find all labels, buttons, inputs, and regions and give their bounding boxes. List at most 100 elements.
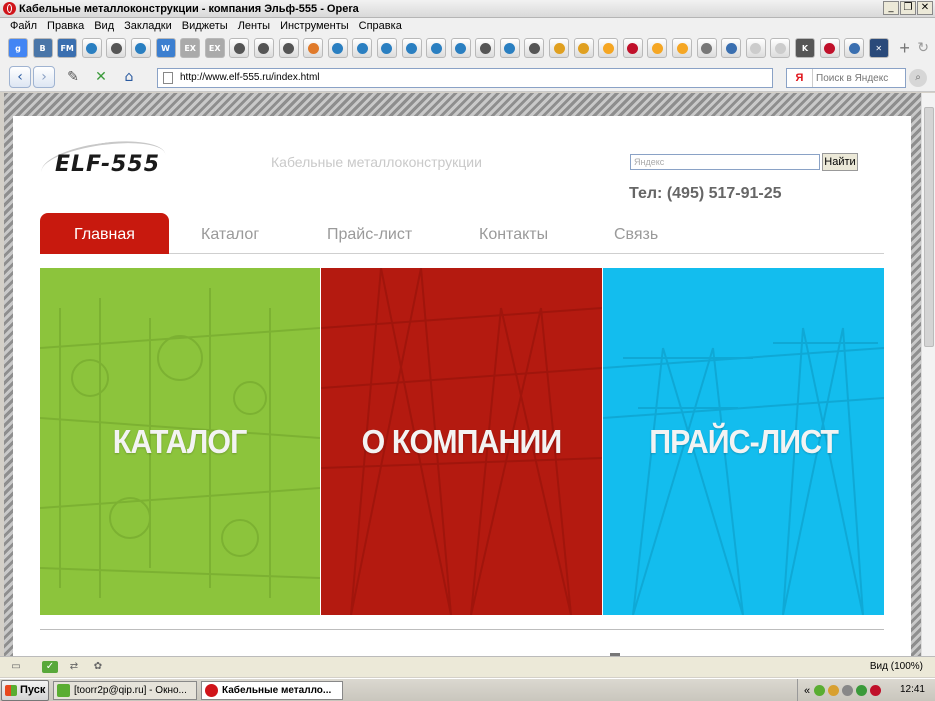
browser-search-box[interactable]: Я: [786, 68, 906, 88]
minimize-button[interactable]: _: [883, 1, 899, 15]
tractor-icon[interactable]: [549, 38, 570, 58]
site-logo[interactable]: ELF-555: [38, 134, 176, 192]
drupal-icon[interactable]: [352, 38, 373, 58]
taskbar-item-qip[interactable]: [toorr2p@qip.ru] - Окно...: [53, 680, 197, 700]
vk-icon[interactable]: B: [32, 38, 53, 58]
menu-edit[interactable]: Правка: [42, 20, 89, 32]
nav-tab-catalog[interactable]: Каталог: [201, 213, 259, 254]
phone-number: Тел: (495) 517-91-25: [629, 185, 782, 202]
address-input[interactable]: http://www.elf-555.ru/index.html: [157, 68, 773, 88]
nav-tab-feedback[interactable]: Связь: [614, 213, 658, 254]
clock-icon[interactable]: [598, 38, 619, 58]
blank-icon[interactable]: [745, 38, 766, 58]
record-icon[interactable]: [622, 38, 643, 58]
search-go-icon[interactable]: ⌕: [909, 69, 927, 87]
web-page: ELF-555 Кабельные металлоконструкции Янд…: [13, 116, 911, 656]
bookmarks-toolbar: g B FM W EX EX K ✕ + ↻: [0, 34, 935, 62]
scrollbar-thumb[interactable]: [924, 107, 934, 347]
opera-task-icon: [205, 683, 218, 697]
drupal-icon[interactable]: [106, 38, 127, 58]
nav-tab-home[interactable]: Главная: [40, 213, 169, 254]
menu-file[interactable]: Файл: [5, 20, 42, 32]
tray-icon-antivirus[interactable]: [870, 685, 882, 696]
clock-icon[interactable]: [672, 38, 693, 58]
back-button[interactable]: ‹: [9, 65, 31, 88]
drupal-icon[interactable]: [499, 38, 520, 58]
menu-widgets[interactable]: Виджеты: [177, 20, 233, 32]
vertical-scrollbar[interactable]: [921, 93, 935, 656]
tray-expand-icon[interactable]: «: [804, 685, 810, 697]
window-controls: _ ❐ ✕: [883, 1, 933, 15]
tray-icon-network[interactable]: [842, 685, 854, 696]
clock-icon[interactable]: [647, 38, 668, 58]
taskbar-item-opera[interactable]: Кабельные металло...: [201, 680, 343, 700]
blank-icon-glyph: [774, 42, 786, 54]
drupal-icon-glyph: [406, 42, 417, 54]
drupal-icon[interactable]: [450, 38, 471, 58]
browser-search-input[interactable]: [813, 72, 903, 84]
drupal-icon[interactable]: [229, 38, 250, 58]
drupal-icon[interactable]: [278, 38, 299, 58]
menu-feeds[interactable]: Ленты: [233, 20, 275, 32]
drupal-icon-glyph: [283, 42, 295, 54]
panel-toggle-icon[interactable]: ▭: [8, 661, 24, 673]
site-search-input[interactable]: Яндекс: [630, 154, 820, 170]
drupal-icon[interactable]: [401, 38, 422, 58]
tractor-icon[interactable]: [573, 38, 594, 58]
tray-icon-app[interactable]: [828, 685, 840, 696]
reload-icon[interactable]: ↻: [917, 39, 929, 56]
drupal-icon[interactable]: [253, 38, 274, 58]
unite-icon[interactable]: ⇄: [66, 661, 82, 673]
yandex-icon[interactable]: Я: [787, 69, 813, 87]
drupal-icon[interactable]: [426, 38, 447, 58]
menu-tools[interactable]: Инструменты: [275, 20, 354, 32]
k-icon[interactable]: K: [795, 38, 815, 58]
fm-icon[interactable]: FM: [57, 38, 78, 58]
menu-view[interactable]: Вид: [89, 20, 119, 32]
drupal-icon[interactable]: [475, 38, 496, 58]
close-x-icon[interactable]: ✕: [868, 38, 889, 58]
shield-icon[interactable]: [721, 38, 742, 58]
nav-tab-contacts[interactable]: Контакты: [479, 213, 548, 254]
menu-help[interactable]: Справка: [354, 20, 407, 32]
panel-about[interactable]: О КОМПАНИИ: [321, 268, 602, 615]
word-icon[interactable]: W: [155, 38, 176, 58]
google-icon[interactable]: g: [8, 38, 28, 58]
blank-icon[interactable]: [770, 38, 791, 58]
drupal-icon-glyph: [233, 42, 245, 54]
drupal-icon[interactable]: [376, 38, 397, 58]
zoom-indicator[interactable]: Вид (100%): [870, 661, 923, 672]
taskbar-item-opera-label: Кабельные металло...: [222, 684, 332, 696]
drupal-icon[interactable]: [524, 38, 545, 58]
turbo-icon[interactable]: ✿: [90, 661, 106, 673]
stop-icon[interactable]: ✕: [91, 69, 111, 85]
forward-button[interactable]: ›: [33, 65, 55, 88]
drupal-icon[interactable]: [130, 38, 151, 58]
start-button[interactable]: Пуск: [1, 679, 49, 701]
close-button[interactable]: ✕: [917, 1, 933, 15]
wrench-icon[interactable]: [844, 38, 865, 58]
drupal-icon[interactable]: [81, 38, 102, 58]
drupal-icon-glyph: [381, 42, 393, 54]
panel-catalog-label: КАТАЛОГ: [113, 422, 247, 460]
ex-icon[interactable]: EX: [204, 38, 225, 58]
panel-catalog[interactable]: КАТАЛОГ: [40, 268, 320, 615]
gear-icon[interactable]: [696, 38, 717, 58]
record-icon[interactable]: [819, 38, 840, 58]
speed-dial-icon[interactable]: ✓: [42, 661, 58, 673]
ex-icon[interactable]: EX: [180, 38, 201, 58]
nav-tab-pricelist[interactable]: Прайс-лист: [327, 213, 412, 254]
opera-logo-icon: [3, 2, 16, 15]
edit-icon[interactable]: ✎: [63, 69, 83, 85]
tray-icon-shield[interactable]: [856, 685, 868, 696]
menu-bookmarks[interactable]: Закладки: [119, 20, 177, 32]
tray-icon-qip[interactable]: [814, 685, 826, 696]
maximize-button[interactable]: ❐: [900, 1, 916, 15]
site-search-button[interactable]: Найти: [822, 153, 858, 171]
home-icon[interactable]: ⌂: [119, 69, 139, 85]
gear-icon-glyph: [701, 42, 713, 54]
hammer-icon[interactable]: [303, 38, 324, 58]
panel-pricelist[interactable]: ПРАЙС-ЛИСТ: [603, 268, 884, 615]
drupal-icon[interactable]: [327, 38, 348, 58]
add-bookmark-icon[interactable]: +: [899, 38, 910, 59]
